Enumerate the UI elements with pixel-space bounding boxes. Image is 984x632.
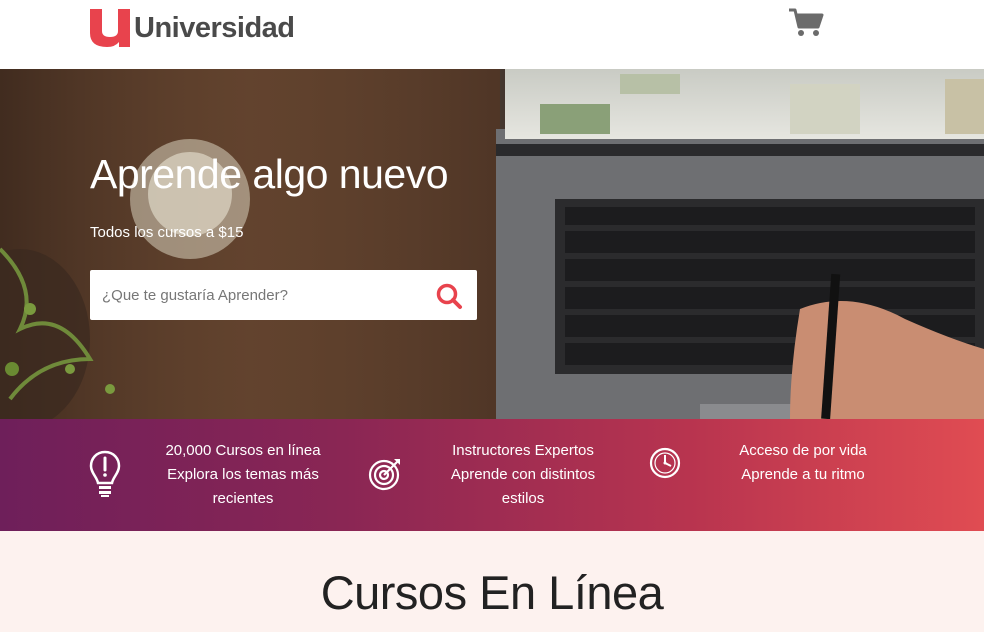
logo[interactable]: Universidad [90,8,295,48]
lightbulb-icon [89,450,121,497]
logo-text: Universidad [134,11,295,44]
search-bar [90,270,477,320]
hero-background-image [0,69,984,419]
hero-title: Aprende algo nuevo [90,151,449,197]
feature-access-line2: Aprende a tu ritmo [741,466,865,483]
search-icon[interactable] [435,282,463,310]
feature-courses-line1: 20,000 Cursos en línea [165,442,321,459]
feature-courses-line3: recientes [212,490,274,507]
feature-access: Acceso de por vida Aprende a tu ritmo [708,439,898,487]
target-icon [368,459,400,491]
feature-access-line1: Acceso de por vida [739,442,867,459]
search-input[interactable] [90,270,420,320]
shopping-cart-icon[interactable] [788,8,824,38]
feature-instructors: Instructores Expertos Aprende con distin… [428,439,618,511]
courses-section: Cursos En Línea [0,531,984,632]
logo-mark-icon [90,9,130,47]
courses-title: Cursos En Línea [320,566,664,619]
clock-icon [649,447,681,479]
feature-courses-line2: Explora los temas más [167,466,319,483]
hero-subtitle: Todos los cursos a $15 [90,224,244,241]
feature-courses: 20,000 Cursos en línea Explora los temas… [148,439,338,511]
features-band: 20,000 Cursos en línea Explora los temas… [0,419,984,531]
feature-instructors-line1: Instructores Expertos [452,442,594,459]
hero-banner: Aprende algo nuevo Todos los cursos a $1… [0,69,984,419]
site-header: Universidad [0,0,984,69]
feature-instructors-line2: Aprende con distintos [450,466,596,483]
feature-instructors-line3: estilos [501,490,545,507]
